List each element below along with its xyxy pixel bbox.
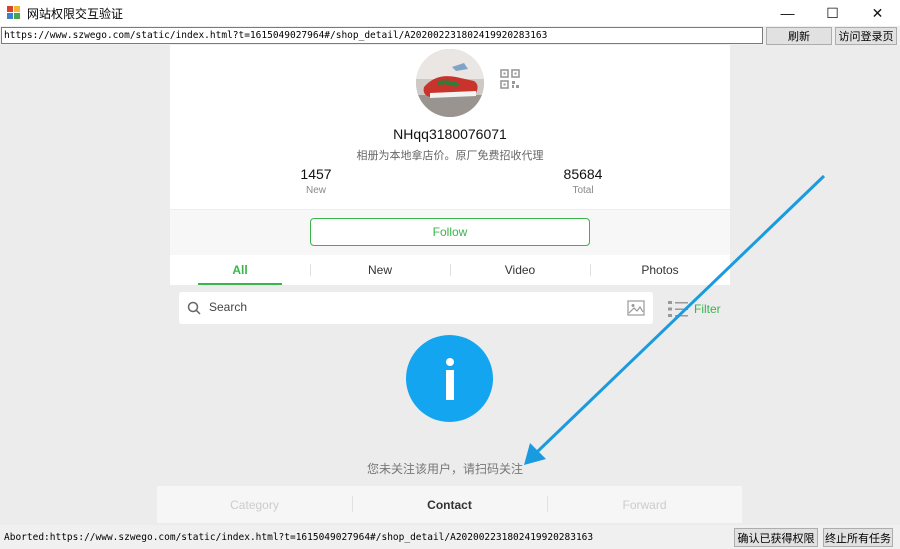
- refresh-button[interactable]: 刷新: [766, 27, 832, 45]
- stat-total: 85684 Total: [523, 166, 643, 196]
- search-icon: [187, 301, 201, 315]
- filter-label: Filter: [694, 302, 721, 316]
- web-view: NHqq3180076071 相册为本地拿店价。原厂免费招收代理 1457 Ne…: [0, 45, 900, 525]
- bottom-tabs: Category Contact Forward: [157, 486, 742, 523]
- window-title: 网站权限交互验证: [27, 6, 124, 21]
- filter-control[interactable]: Filter: [668, 300, 721, 318]
- tab-photos[interactable]: Photos: [590, 255, 730, 285]
- close-button[interactable]: ✕: [855, 0, 900, 26]
- minimize-button[interactable]: —: [765, 0, 810, 26]
- follow-area: Follow: [170, 209, 730, 255]
- stat-total-label: Total: [572, 185, 594, 196]
- shop-name: NHqq3180076071: [393, 126, 507, 142]
- image-icon[interactable]: [627, 300, 645, 316]
- avatar-image: [416, 49, 484, 117]
- stat-new-value: 1457: [300, 166, 332, 182]
- stat-total-value: 85684: [563, 166, 603, 182]
- shop-description: 相册为本地拿店价。原厂免费招收代理: [356, 149, 544, 162]
- url-input[interactable]: https://www.szwego.com/static/index.html…: [1, 27, 763, 44]
- stat-new-label: New: [305, 185, 326, 196]
- tab-category[interactable]: Category: [157, 486, 352, 523]
- filter-list-icon: [668, 301, 688, 317]
- confirm-permission-button[interactable]: 确认已获得权限: [734, 528, 818, 547]
- title-bar: 网站权限交互验证 — ☐ ✕: [0, 0, 900, 26]
- status-bar: Aborted:https://www.szwego.com/static/in…: [0, 525, 900, 549]
- address-row: https://www.szwego.com/static/index.html…: [0, 26, 900, 45]
- stop-all-tasks-button[interactable]: 终止所有任务: [823, 528, 893, 547]
- follow-button[interactable]: Follow: [310, 218, 590, 246]
- maximize-button[interactable]: ☐: [810, 0, 855, 26]
- stat-new: 1457 New: [256, 166, 376, 196]
- qr-code-icon[interactable]: [500, 69, 520, 89]
- app-icon: [7, 6, 21, 20]
- avatar[interactable]: [416, 49, 484, 117]
- tab-new[interactable]: New: [310, 255, 450, 285]
- tab-all[interactable]: All: [170, 255, 310, 285]
- visit-login-page-button[interactable]: 访问登录页: [835, 27, 897, 45]
- tab-contact[interactable]: Contact: [352, 486, 547, 523]
- window-controls: — ☐ ✕: [765, 0, 900, 26]
- tab-video[interactable]: Video: [450, 255, 590, 285]
- search-input[interactable]: Search: [209, 300, 247, 314]
- content-tabs: All New Video Photos: [170, 255, 730, 285]
- search-box[interactable]: Search: [179, 292, 653, 324]
- tab-forward[interactable]: Forward: [547, 486, 742, 523]
- follow-notice: 您未关注该用户，请扫码关注: [366, 462, 523, 476]
- info-icon: [406, 335, 493, 422]
- status-message: Aborted:https://www.szwego.com/static/in…: [4, 532, 594, 543]
